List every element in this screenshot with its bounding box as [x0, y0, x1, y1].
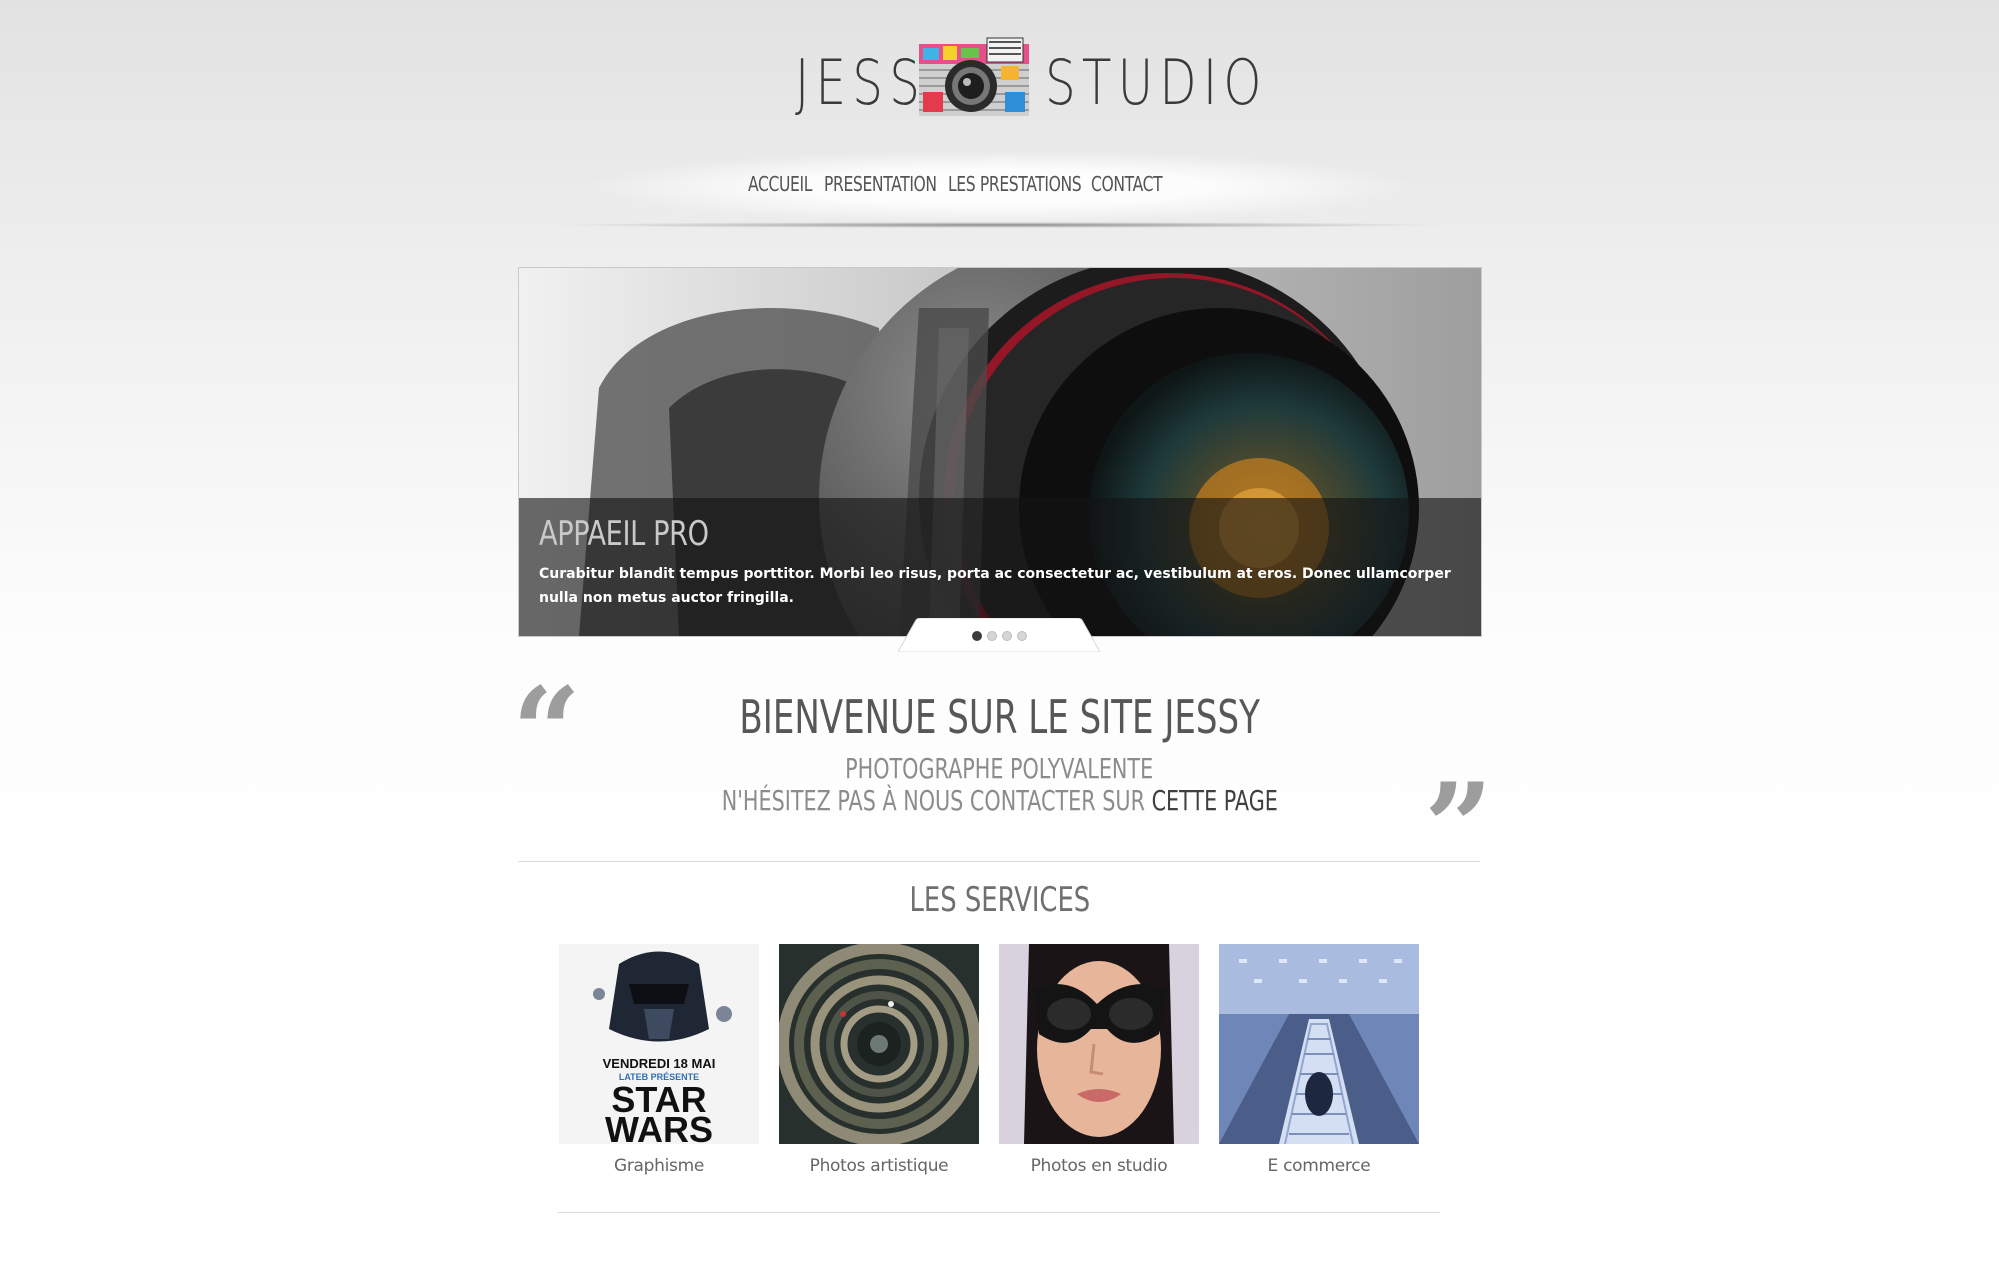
slider-caption-title: APPAEIL PRO: [539, 514, 709, 554]
service-label: Graphisme: [613, 1156, 705, 1176]
slider-dot-1[interactable]: [972, 631, 982, 641]
nav-item-les-prestations[interactable]: LES PRESTATIONS: [948, 172, 1082, 202]
service-thumb-graphisme: VENDREDI 18 MAI LATEB PRÉSENTE STAR WARS: [559, 944, 759, 1144]
service-card-e-commerce[interactable]: E commerce: [1219, 944, 1419, 1176]
service-thumb-e-commerce: [1219, 944, 1419, 1144]
poster-date-text: VENDREDI 18 MAI: [603, 1056, 716, 1071]
welcome-title: BIENVENUE SUR LE SITE JESSY: [0, 690, 1999, 744]
service-label: Photos en studio: [1030, 1156, 1168, 1176]
nav-item-contact[interactable]: CONTACT: [1091, 172, 1163, 202]
main-nav: ACCUEIL PRESENTATION LES PRESTATIONS CON…: [748, 172, 1171, 202]
nav-shadow: [560, 222, 1440, 228]
services-title-text: LES SERVICES: [909, 880, 1090, 920]
woman-sunglasses-image: [999, 944, 1199, 1144]
nav-item-accueil[interactable]: ACCUEIL: [748, 172, 812, 202]
contact-page-link[interactable]: CETTE PAGE: [1151, 784, 1277, 817]
star-wars-poster-image: VENDREDI 18 MAI LATEB PRÉSENTE STAR WARS: [559, 944, 759, 1144]
logo-text-right: STUDIO: [1045, 46, 1268, 119]
logo-text-left: JESS: [795, 46, 927, 119]
contact-prefix: N'HÉSITEZ PAS À NOUS CONTACTER SUR: [721, 784, 1145, 817]
section-divider: [518, 861, 1480, 862]
slider-dot-2[interactable]: [987, 631, 997, 641]
slider-caption: APPAEIL PRO Curabitur blandit tempus por…: [519, 498, 1481, 636]
hero-slider[interactable]: APPAEIL PRO Curabitur blandit tempus por…: [518, 267, 1482, 637]
slider-dot-4[interactable]: [1017, 631, 1027, 641]
service-thumb-photos-en-studio: [999, 944, 1199, 1144]
slider-dot-3[interactable]: [1002, 631, 1012, 641]
services-title: LES SERVICES: [0, 880, 1999, 920]
welcome-subtitle: PHOTOGRAPHE POLYVALENTE: [0, 752, 1999, 785]
slider-caption-text: Curabitur blandit tempus porttitor. Morb…: [539, 566, 1451, 606]
slider-pagination: [972, 631, 1027, 641]
welcome-title-text: BIENVENUE SUR LE SITE JESSY: [739, 690, 1260, 744]
service-card-graphisme[interactable]: VENDREDI 18 MAI LATEB PRÉSENTE STAR WARS…: [559, 944, 759, 1176]
welcome-subtitle-text: PHOTOGRAPHE POLYVALENTE: [845, 752, 1154, 785]
service-thumb-photos-artistique: [779, 944, 979, 1144]
contact-line-inner: N'HÉSITEZ PAS À NOUS CONTACTER SUR CETTE…: [721, 784, 1277, 817]
poster-wars-text: WARS: [605, 1109, 713, 1144]
site-logo[interactable]: JESS STUDIO: [795, 30, 1261, 125]
service-card-photos-en-studio[interactable]: Photos en studio: [999, 944, 1199, 1176]
contact-line: N'HÉSITEZ PAS À NOUS CONTACTER SUR CETTE…: [0, 784, 1999, 817]
spiral-staircase-image: [779, 944, 979, 1144]
service-label: E commerce: [1267, 1156, 1371, 1176]
service-card-photos-artistique[interactable]: Photos artistique: [779, 944, 979, 1176]
section-divider-bottom: [558, 1212, 1440, 1213]
retro-camera-icon: [919, 37, 1029, 116]
nav-item-presentation[interactable]: PRESENTATION: [824, 172, 937, 202]
service-label: Photos artistique: [809, 1156, 949, 1176]
escalator-image: [1219, 944, 1419, 1144]
